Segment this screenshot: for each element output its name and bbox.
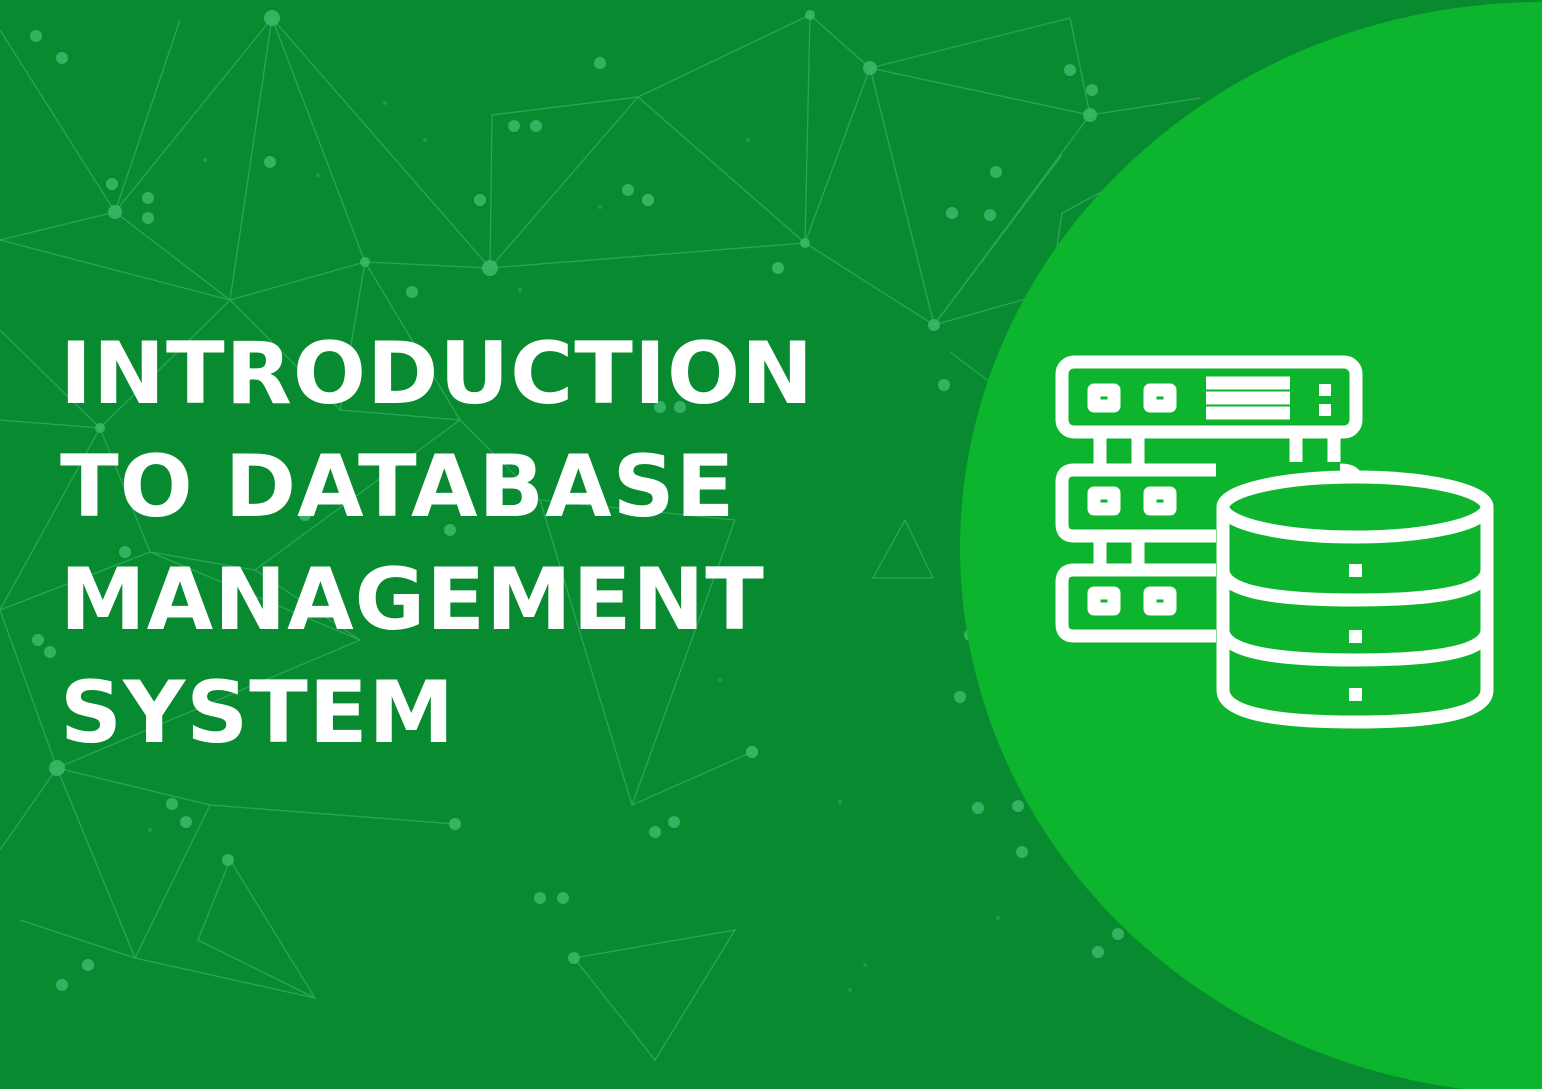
title-line-3: MANAGEMENT [60,550,765,650]
database-server-icon [1048,352,1498,736]
title-line-2: TO DATABASE [60,437,736,537]
title-line-4: SYSTEM [60,663,456,763]
title-line-1: INTRODUCTION [60,324,815,424]
page-title: INTRODUCTION TO DATABASE MANAGEMENT SYST… [60,318,814,770]
banner: INTRODUCTION TO DATABASE MANAGEMENT SYST… [0,0,1542,1089]
